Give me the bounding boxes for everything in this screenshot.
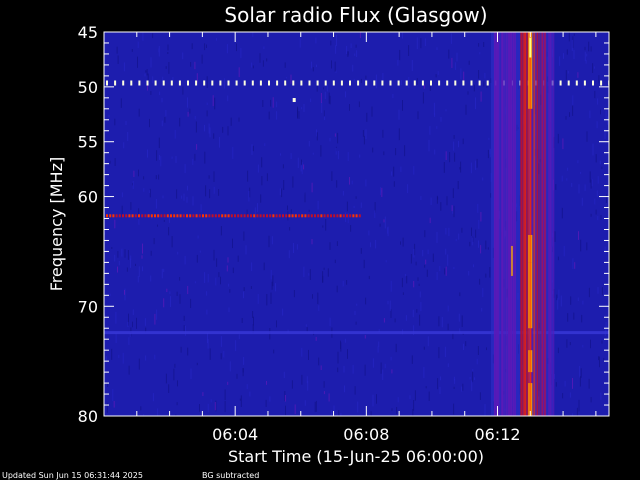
heatmap-layer — [104, 32, 609, 416]
feature-burst-4 — [490, 32, 555, 416]
y-tick-label-5: 80 — [78, 407, 98, 426]
footer-updated: Updated Sun Jun 15 06:31:44 2025 — [2, 471, 143, 480]
spectrogram-chart: 06:04 06:08 06:12 45 50 55 60 70 80 Solar radio … — [0, 0, 640, 480]
x-tick-label-0: 06:04 — [212, 425, 258, 444]
y-tick-label-0: 45 — [78, 23, 98, 42]
y-tick-label-1: 50 — [78, 78, 98, 97]
y-tick-label-4: 70 — [78, 297, 98, 316]
footer-bg-subtracted: BG subtracted — [202, 471, 259, 480]
y-tick-label-3: 60 — [78, 188, 98, 207]
plot-area — [104, 32, 609, 416]
x-axis-label: Start Time (15-Jun-25 06:00:00) — [228, 447, 484, 466]
x-tick-label-1: 06:08 — [343, 425, 389, 444]
feature-point-3 — [292, 98, 296, 103]
chart-title: Solar radio Flux (Glasgow) — [224, 3, 487, 27]
y-axis-label: Frequency [MHz] — [47, 157, 66, 291]
y-tick-label-2: 55 — [78, 133, 98, 152]
x-tick-label-2: 06:12 — [474, 425, 520, 444]
